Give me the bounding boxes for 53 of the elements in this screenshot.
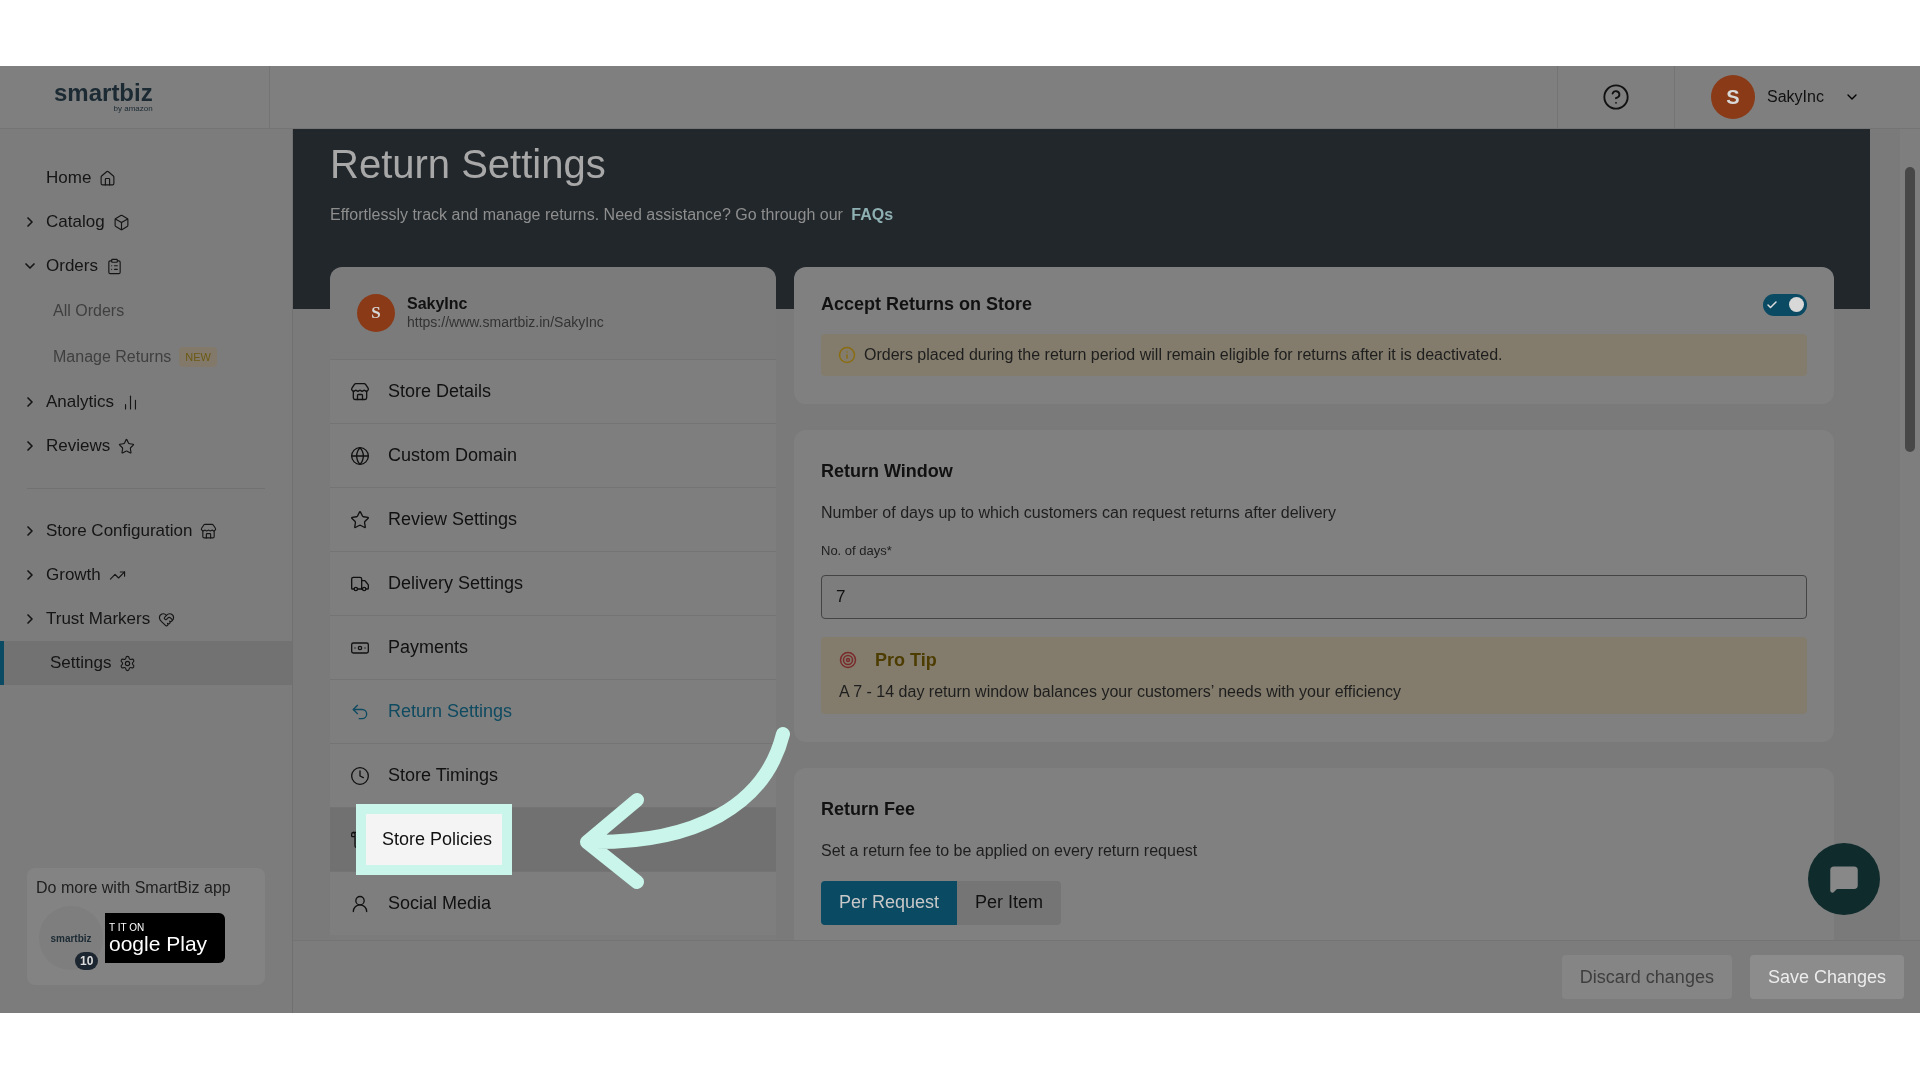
check-icon [1766, 298, 1778, 311]
info-note: Orders placed during the return period will remain eligible for returns after it is deactivated. [821, 334, 1807, 376]
sidebar-item[interactable]: Catalog [0, 200, 292, 244]
new-badge: NEW [179, 346, 217, 368]
sidebar-item[interactable]: Orders [0, 244, 292, 288]
settings-icon [119, 654, 137, 672]
logo[interactable]: smartbiz by amazon [54, 81, 153, 113]
pro-tip: Pro Tip A 7 - 14 day return window balances your customers’ needs with your efficiency [821, 636, 1807, 714]
star-icon [118, 437, 136, 455]
clipboard-icon [105, 257, 123, 275]
store-avatar: S [357, 294, 395, 332]
card-title: Return Window [821, 460, 954, 483]
card-title: Accept Returns on Store [821, 293, 1033, 316]
avatar: S [1711, 75, 1755, 119]
sidebar-item[interactable]: Settings [0, 641, 292, 685]
scrollbar[interactable] [1900, 129, 1920, 940]
target-icon [839, 651, 857, 669]
storefront-icon [350, 381, 370, 402]
info-icon [838, 346, 856, 364]
sidebar-item[interactable]: Reviews [0, 424, 292, 468]
star-icon [350, 509, 370, 530]
sidebar-item[interactable]: Analytics [0, 380, 292, 424]
card-title: Return Fee [821, 797, 917, 821]
days-input[interactable]: 7 [821, 574, 1807, 619]
page-title: Return Settings [330, 141, 607, 188]
clock-icon [350, 765, 370, 786]
account-menu[interactable]: S SakyInc [1675, 66, 1920, 128]
fee-option-tab[interactable]: Per Item [957, 880, 1062, 925]
sidebar-item[interactable]: Growth [0, 553, 292, 597]
sidebar-subitem[interactable]: Manage Returns NEW [0, 334, 292, 380]
sidebar-item[interactable]: Home [0, 156, 292, 200]
card-description: Number of days up to which customers can request returns after delivery [821, 503, 1337, 523]
heart-handshake-icon [158, 610, 176, 628]
faqs-link[interactable]: FAQs [851, 206, 894, 223]
sidebar-item[interactable]: Store Configuration [0, 509, 292, 553]
card-description: Set a return fee to be applied on every return request [821, 840, 1199, 861]
fee-option-tab[interactable]: Per Request [821, 880, 958, 925]
help-icon[interactable] [1602, 83, 1630, 111]
field-label: No. of days* [821, 542, 893, 560]
home-icon [99, 169, 117, 187]
sidebar-subitem[interactable]: All Orders [0, 288, 292, 334]
toggle-switch[interactable] [1763, 293, 1807, 316]
box-icon [112, 213, 130, 231]
globe-icon [350, 445, 370, 466]
sidebar-item[interactable]: Trust Markers [0, 597, 292, 641]
store-name: SakyInc [407, 294, 469, 315]
storefront-icon [200, 522, 218, 540]
app-promo-card: Do more with SmartBiz app smartbiz T IT ON oogle Play 10 [27, 868, 265, 985]
user-icon [350, 893, 370, 914]
google-play-badge[interactable]: T IT ON oogle Play [105, 913, 225, 963]
store-url: https://www.smartbiz.in/SakyInc [407, 314, 604, 332]
chat-icon [1829, 864, 1859, 894]
page-subtitle: Effortlessly track and manage returns. Need assistance? Go through our FAQs [330, 205, 895, 225]
